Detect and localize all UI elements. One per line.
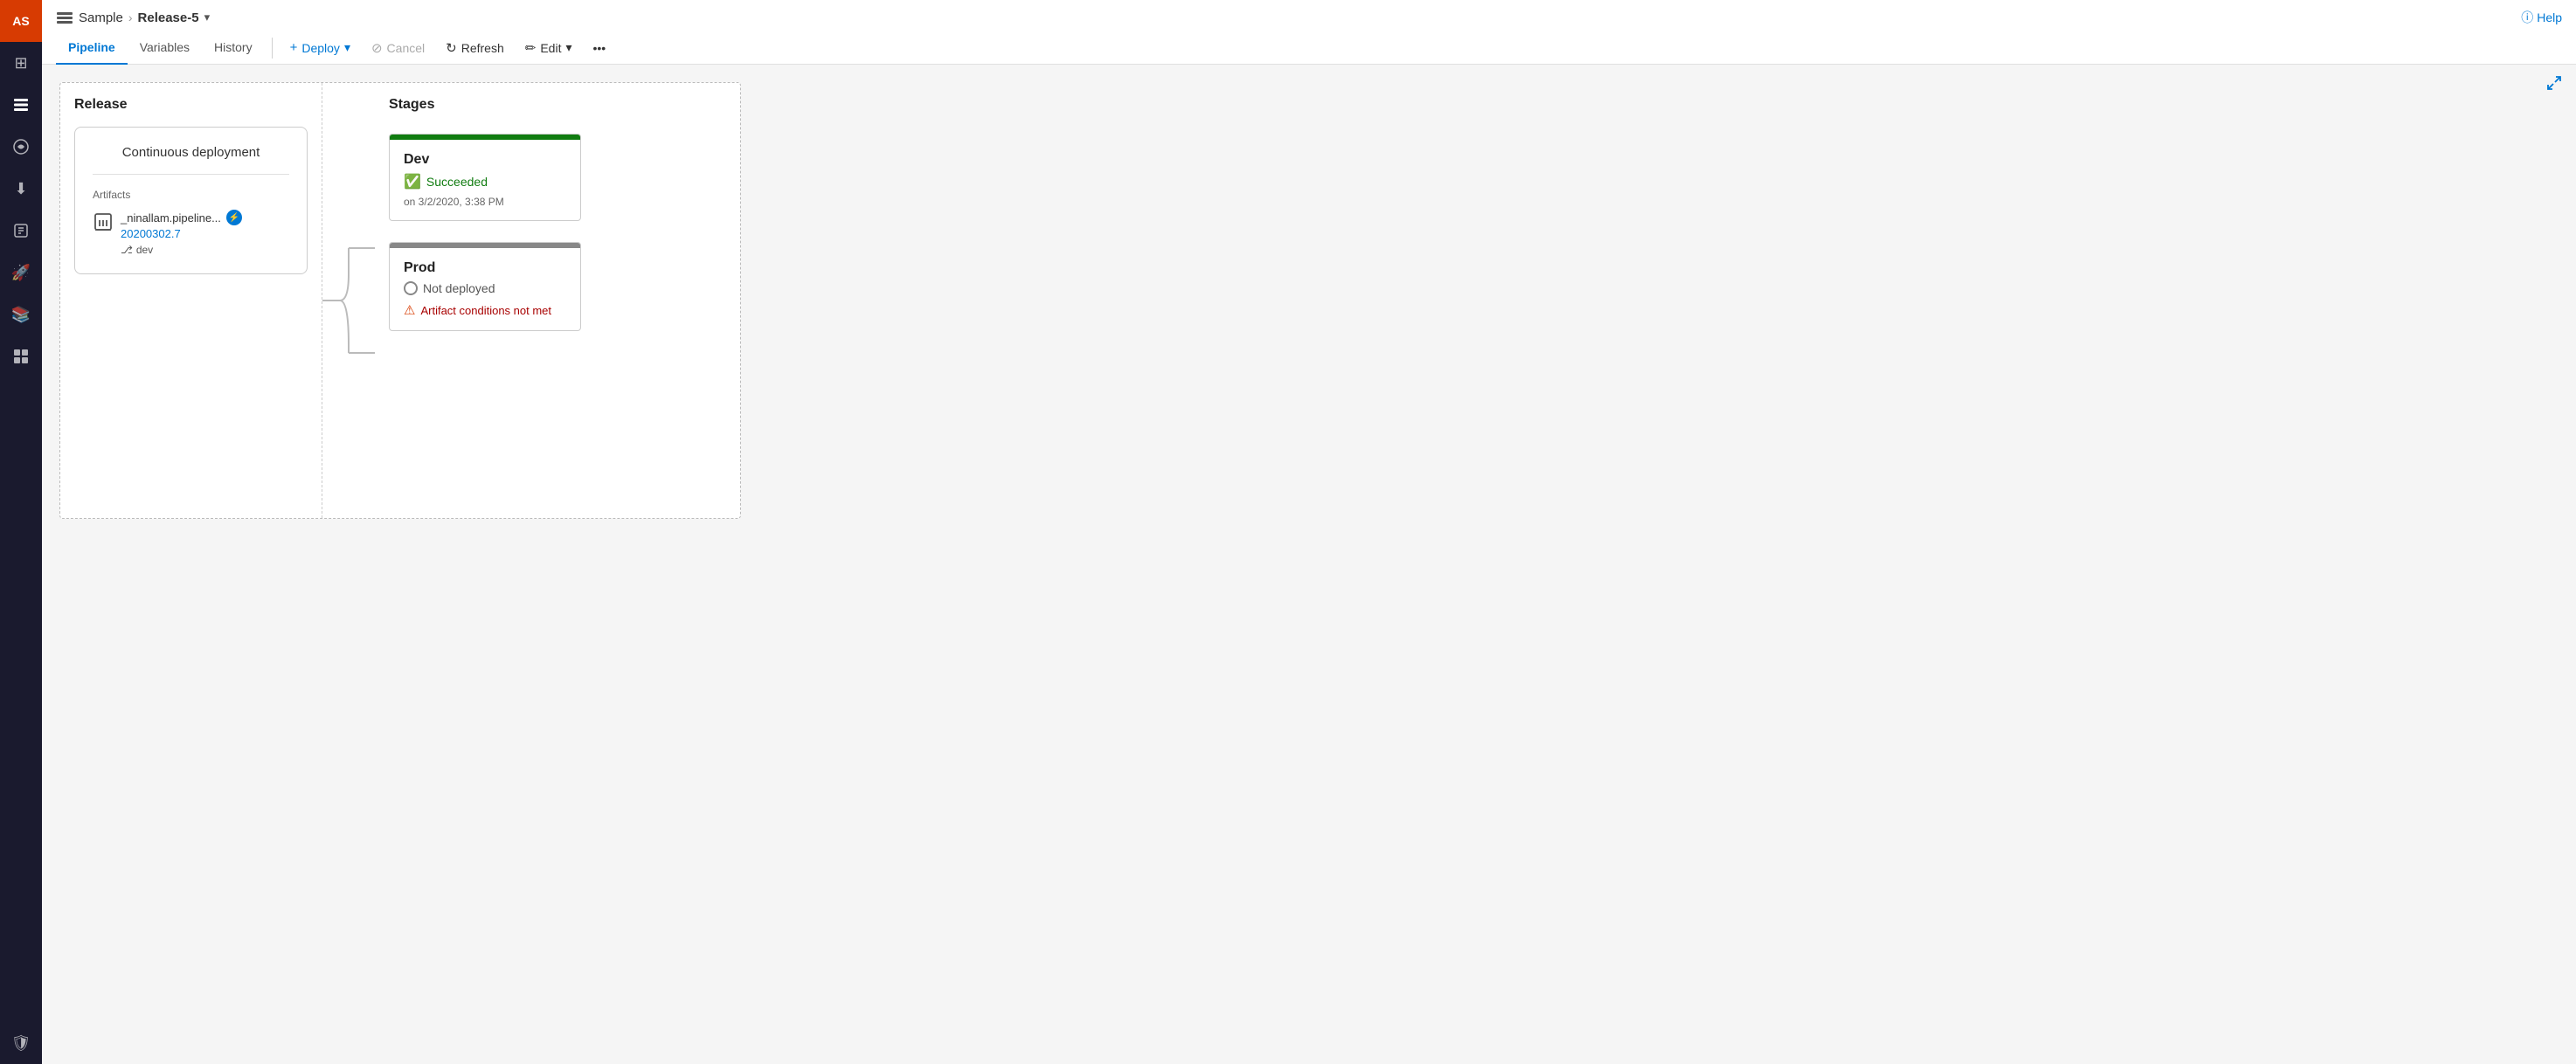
- sidebar-icon-pipelines[interactable]: [0, 84, 42, 126]
- tab-pipeline[interactable]: Pipeline: [56, 31, 128, 65]
- tab-variables[interactable]: Variables: [128, 31, 202, 65]
- more-icon: •••: [592, 41, 606, 55]
- edit-label: Edit: [540, 41, 561, 55]
- cancel-icon: ⊘: [371, 40, 383, 56]
- artifact-name-text: _ninallam.pipeline...: [121, 211, 221, 225]
- help-link[interactable]: ⓘ Help: [2521, 9, 2562, 26]
- deploy-icon: +: [290, 40, 298, 55]
- deploy-label: Deploy: [301, 41, 340, 55]
- sidebar-icon-artifacts[interactable]: ⬇: [0, 168, 42, 210]
- edit-chevron-icon: ▾: [565, 40, 571, 55]
- edit-icon: ✏: [525, 40, 537, 56]
- refresh-button[interactable]: ↻ Refresh: [435, 35, 515, 61]
- artifact-version[interactable]: 20200302.7: [121, 227, 242, 240]
- pipeline-canvas: Release Continuous deployment Artifacts: [42, 65, 2576, 1064]
- help-circle-icon: ⓘ: [2521, 9, 2533, 26]
- toolbar: Pipeline Variables History + Deploy ▾ ⊘ …: [56, 31, 2562, 64]
- stage-card-dev[interactable]: Dev ✅ Succeeded on 3/2/2020, 3:38 PM: [389, 134, 581, 221]
- stage-warning-text: Artifact conditions not met: [420, 304, 551, 317]
- refresh-label: Refresh: [461, 41, 504, 55]
- artifact-name: _ninallam.pipeline... ⚡: [121, 210, 242, 225]
- artifacts-label: Artifacts: [93, 189, 289, 201]
- stage-warning-prod: ⚠ Artifact conditions not met: [404, 302, 566, 318]
- stage-name-prod: Prod: [404, 260, 566, 276]
- toolbar-separator: [272, 38, 273, 59]
- sidebar: AS ⊞ ⬇ 🚀 📚 🛡: [0, 0, 42, 1064]
- stage-card-prod[interactable]: Prod Not deployed ⚠ Artifact conditions …: [389, 242, 581, 331]
- breadcrumb-current: Release-5: [138, 10, 199, 25]
- artifact-item: _ninallam.pipeline... ⚡ 20200302.7 ⎇ dev: [93, 210, 289, 256]
- stage-date-dev: on 3/2/2020, 3:38 PM: [404, 196, 566, 208]
- deploy-chevron-icon: ▾: [344, 40, 350, 55]
- not-deployed-icon: [404, 281, 418, 295]
- sidebar-icon-test[interactable]: [0, 210, 42, 252]
- sidebar-icon-security[interactable]: 🛡: [0, 1022, 42, 1064]
- stage-body-dev: Dev ✅ Succeeded on 3/2/2020, 3:38 PM: [390, 140, 580, 220]
- release-section: Release Continuous deployment Artifacts: [60, 83, 322, 518]
- stage-status-label-prod: Not deployed: [423, 281, 495, 295]
- refresh-icon: ↻: [446, 40, 457, 56]
- pipeline-icon: [56, 9, 73, 26]
- artifact-badge: ⚡: [226, 210, 242, 225]
- success-icon: ✅: [404, 173, 421, 190]
- sidebar-icon-home[interactable]: ⊞: [0, 42, 42, 84]
- topbar: Sample › Release-5 ▾ ⓘ Help Pipeline Var…: [42, 0, 2576, 65]
- breadcrumb-root[interactable]: Sample: [79, 10, 123, 25]
- stage-status-prod: Not deployed: [404, 281, 566, 295]
- main-area: Sample › Release-5 ▾ ⓘ Help Pipeline Var…: [42, 0, 2576, 1064]
- breadcrumb-chevron-icon[interactable]: ▾: [204, 10, 211, 24]
- release-card[interactable]: Continuous deployment Artifacts: [74, 127, 308, 274]
- more-button[interactable]: •••: [582, 36, 616, 60]
- stage-status-label-dev: Succeeded: [426, 175, 488, 189]
- artifact-branch-text: dev: [136, 244, 153, 256]
- release-title: Release: [74, 97, 308, 113]
- sidebar-icon-books[interactable]: 📚: [0, 294, 42, 335]
- deploy-button[interactable]: + Deploy ▾: [280, 35, 361, 60]
- expand-button[interactable]: [2546, 75, 2562, 95]
- artifact-download-icon: [93, 211, 114, 241]
- stages-list: Dev ✅ Succeeded on 3/2/2020, 3:38 PM: [389, 127, 726, 331]
- breadcrumb-separator: ›: [128, 10, 133, 24]
- avatar: AS: [0, 0, 42, 42]
- help-label: Help: [2537, 10, 2562, 24]
- artifact-branch: ⎇ dev: [121, 244, 242, 256]
- cancel-label: Cancel: [387, 41, 426, 55]
- stage-name-dev: Dev: [404, 152, 566, 168]
- tab-history[interactable]: History: [202, 31, 265, 65]
- stage-body-prod: Prod Not deployed ⚠ Artifact conditions …: [390, 248, 580, 330]
- warning-triangle-icon: ⚠: [404, 302, 415, 318]
- stages-section: Stages Dev ✅ Succeeded on 3/2/2020, 3:38…: [375, 83, 740, 518]
- cancel-button[interactable]: ⊘ Cancel: [361, 35, 435, 61]
- stages-title: Stages: [389, 97, 726, 113]
- artifact-details: _ninallam.pipeline... ⚡ 20200302.7 ⎇ dev: [121, 210, 242, 256]
- branch-icon: ⎇: [121, 244, 133, 256]
- stage-status-dev: ✅ Succeeded: [404, 173, 566, 190]
- edit-button[interactable]: ✏ Edit ▾: [515, 35, 583, 61]
- sidebar-icon-repos[interactable]: [0, 126, 42, 168]
- sidebar-icon-boards[interactable]: [0, 335, 42, 377]
- pipeline-container: Release Continuous deployment Artifacts: [59, 82, 741, 519]
- breadcrumb: Sample › Release-5 ▾ ⓘ Help: [56, 0, 2562, 31]
- connector-area: [322, 83, 375, 518]
- release-card-title: Continuous deployment: [93, 145, 289, 175]
- sidebar-icon-rocket[interactable]: 🚀: [0, 252, 42, 294]
